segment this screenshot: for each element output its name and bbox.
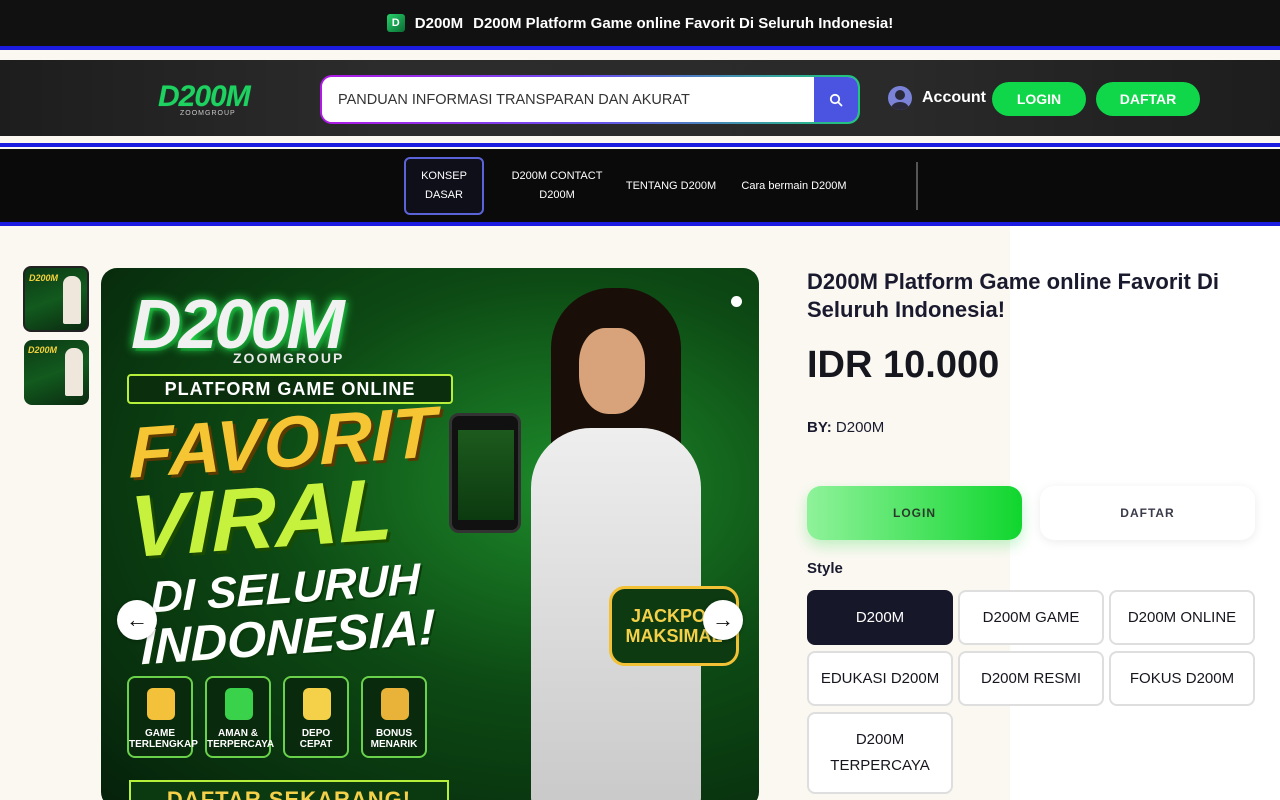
thumb-figure xyxy=(65,348,83,396)
style-option-edukasi[interactable]: EDUKASI D200M xyxy=(807,651,953,706)
search-box xyxy=(320,75,860,124)
banner-model xyxy=(521,288,711,800)
daftar-button[interactable]: DAFTAR xyxy=(1040,486,1255,540)
gift-icon xyxy=(381,688,409,720)
announcement-text: D200M Platform Game online Favorit Di Se… xyxy=(473,14,894,32)
nav-item-cara-bermain[interactable]: Cara bermain D200M xyxy=(730,176,858,196)
nav-divider xyxy=(916,162,918,210)
gallery-thumb-2[interactable]: D200M xyxy=(24,340,89,405)
brand-mini-icon xyxy=(386,14,405,32)
banner-phone xyxy=(449,413,521,533)
banner-line-viral: VIRAL xyxy=(129,458,393,577)
account-label: Account xyxy=(922,89,986,106)
banner-feature-depo: DEPO CEPAT xyxy=(283,676,349,758)
style-label: Style xyxy=(807,560,843,577)
style-option-d200m[interactable]: D200M xyxy=(807,590,953,645)
product-byline: BY: D200M xyxy=(807,419,884,436)
thumb-figure xyxy=(63,276,81,324)
logo-text: D200M xyxy=(158,80,251,113)
thumb-text: D200M xyxy=(29,273,59,283)
site-header: D200M ZOOMGROUP Account LOGIN DAFTAR xyxy=(0,60,1280,136)
announcement-brand: D200M xyxy=(414,14,464,32)
gallery-thumb-1[interactable]: D200M xyxy=(23,266,89,332)
banner-group: ZOOMGROUP xyxy=(233,350,345,366)
account-link[interactable]: Account xyxy=(888,84,986,112)
product-price: IDR 10.000 xyxy=(807,344,1000,386)
feature-label: DEPO CEPAT xyxy=(299,728,333,750)
search-icon xyxy=(829,93,843,106)
feature-label: BONUS MENARIK xyxy=(370,728,418,750)
arrow-right-icon: → xyxy=(712,607,734,632)
nav-item-konsep-dasar[interactable]: KONSEP DASAR xyxy=(404,157,484,215)
divider-stripe xyxy=(0,143,1280,147)
site-logo[interactable]: D200M ZOOMGROUP xyxy=(158,80,280,118)
trophy-icon xyxy=(147,688,175,720)
product-banner-image: D200M ZOOMGROUP PLATFORM GAME ONLINE FAV… xyxy=(101,268,759,800)
shield-icon xyxy=(225,688,253,720)
by-value: D200M xyxy=(835,419,885,436)
by-label: BY: xyxy=(807,419,832,436)
style-option-game[interactable]: D200M GAME xyxy=(958,590,1104,645)
style-option-online[interactable]: D200M ONLINE xyxy=(1109,590,1255,645)
style-option-terpercaya[interactable]: D200M TERPERCAYA xyxy=(807,712,953,794)
banner-feature-aman: AMAN & TERPERCAYA xyxy=(205,676,275,758)
divider-stripe xyxy=(0,46,1280,50)
carousel-prev-button[interactable]: ← xyxy=(117,600,157,640)
model-face xyxy=(579,328,645,414)
nav-item-tentang[interactable]: TENTANG D200M xyxy=(618,176,724,196)
banner-cta: DAFTAR SEKARANG! xyxy=(129,780,449,800)
carousel-indicator[interactable] xyxy=(731,296,742,307)
header-daftar-button[interactable]: DAFTAR xyxy=(1096,82,1200,116)
main-nav: KONSEP DASAR D200M CONTACT D200M TENTANG… xyxy=(0,149,1280,222)
carousel-next-button[interactable]: → xyxy=(703,600,743,640)
feature-label: GAME TERLENGKAP xyxy=(129,728,198,750)
search-button[interactable] xyxy=(814,77,858,122)
arrow-left-icon: ← xyxy=(126,607,148,632)
banner-feature-game: GAME TERLENGKAP xyxy=(127,676,198,758)
style-option-fokus[interactable]: FOKUS D200M xyxy=(1109,651,1255,706)
style-option-resmi[interactable]: D200M RESMI xyxy=(958,651,1104,706)
logo-subtext: ZOOMGROUP xyxy=(180,110,236,117)
lightning-icon xyxy=(303,688,331,720)
nav-item-contact[interactable]: D200M CONTACT D200M xyxy=(502,166,612,206)
thumb-text: D200M xyxy=(28,345,58,355)
search-input[interactable] xyxy=(322,77,814,122)
feature-label: AMAN & TERPERCAYA xyxy=(207,728,275,750)
user-icon xyxy=(888,86,912,110)
login-button[interactable]: LOGIN xyxy=(807,486,1022,540)
banner-feature-bonus: BONUS MENARIK xyxy=(361,676,427,758)
product-title: D200M Platform Game online Favorit Di Se… xyxy=(807,269,1219,322)
search-inner xyxy=(322,77,858,122)
header-login-button[interactable]: LOGIN xyxy=(992,82,1086,116)
announcement-bar: D200M D200M Platform Game online Favorit… xyxy=(0,0,1280,46)
